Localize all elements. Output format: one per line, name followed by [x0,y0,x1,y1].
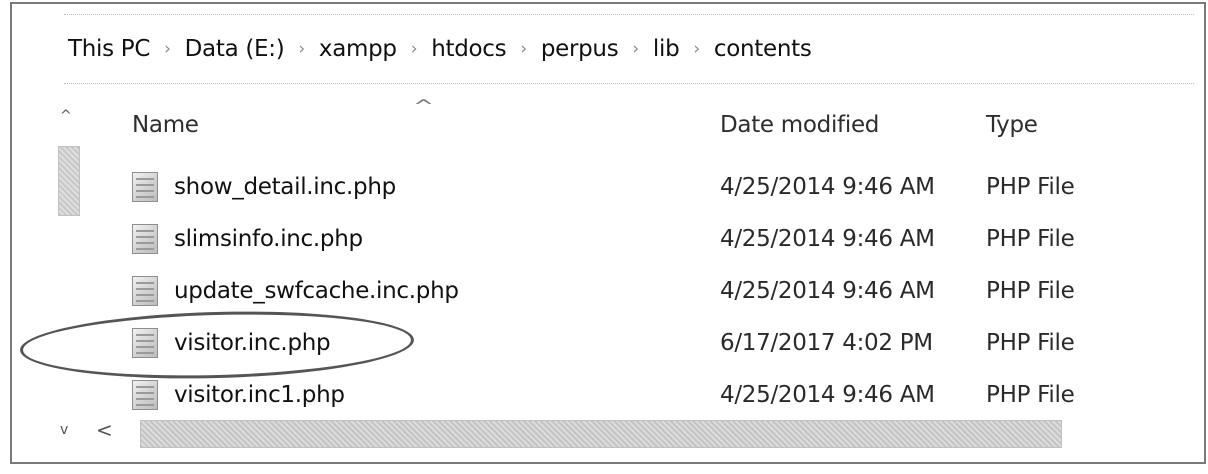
file-date-modified: 4/25/2014 9:46 AM [720,226,935,252]
file-date-modified: 6/17/2017 4:02 PM [720,330,933,356]
chevron-right-icon[interactable]: › [288,39,315,59]
file-row[interactable]: update_swfcache.inc.php 4/25/2014 9:46 A… [0,268,1190,318]
scroll-left-arrow-icon[interactable]: < [96,418,113,442]
breadcrumb-data-e[interactable]: Data (E:) [181,36,289,62]
chevron-right-icon[interactable]: › [683,39,710,59]
file-row[interactable]: show_detail.inc.php 4/25/2014 9:46 AM PH… [0,164,1190,214]
file-type: PHP File [986,330,1075,356]
file-type: PHP File [986,226,1075,252]
file-name[interactable]: visitor.inc.php [174,330,331,356]
file-name[interactable]: show_detail.inc.php [174,174,396,200]
chevron-right-icon[interactable]: › [622,39,649,59]
breadcrumb-htdocs[interactable]: htdocs [427,36,510,62]
file-type: PHP File [986,174,1075,200]
breadcrumb-contents[interactable]: contents [710,36,816,62]
file-date-modified: 4/25/2014 9:46 AM [720,278,935,304]
file-name[interactable]: update_swfcache.inc.php [174,278,459,304]
php-file-icon [132,380,158,410]
breadcrumb-xampp[interactable]: xampp [315,36,401,62]
scroll-up-arrow-icon[interactable]: ^ [60,108,72,124]
file-date-modified: 4/25/2014 9:46 AM [720,382,935,408]
php-file-icon [132,328,158,358]
file-name[interactable]: visitor.inc1.php [174,382,345,408]
chevron-right-icon[interactable]: › [510,39,537,59]
chevron-right-icon[interactable]: › [401,39,428,59]
file-type: PHP File [986,382,1075,408]
breadcrumb-this-pc[interactable]: This PC [64,36,154,62]
column-header-name[interactable]: Name [132,112,199,138]
horizontal-scrollbar-thumb[interactable] [140,420,1062,448]
file-row[interactable]: visitor.inc1.php 4/25/2014 9:46 AM PHP F… [0,372,1190,422]
file-type: PHP File [986,278,1075,304]
scroll-down-arrow-icon[interactable]: v [60,422,68,438]
column-header-type[interactable]: Type [986,112,1038,138]
file-row[interactable]: slimsinfo.inc.php 4/25/2014 9:46 AM PHP … [0,216,1190,266]
file-date-modified: 4/25/2014 9:46 AM [720,174,935,200]
php-file-icon [132,172,158,202]
php-file-icon [132,276,158,306]
breadcrumb: This PC › Data (E:) › xampp › htdocs › p… [64,14,1194,84]
file-name[interactable]: slimsinfo.inc.php [174,226,363,252]
breadcrumb-lib[interactable]: lib [649,36,683,62]
sort-ascending-icon: ^ [412,96,435,117]
file-row-highlighted[interactable]: visitor.inc.php 6/17/2017 4:02 PM PHP Fi… [0,320,1190,370]
column-header-date-modified[interactable]: Date modified [720,112,879,138]
chevron-right-icon[interactable]: › [154,39,181,59]
breadcrumb-perpus[interactable]: perpus [537,36,623,62]
php-file-icon [132,224,158,254]
